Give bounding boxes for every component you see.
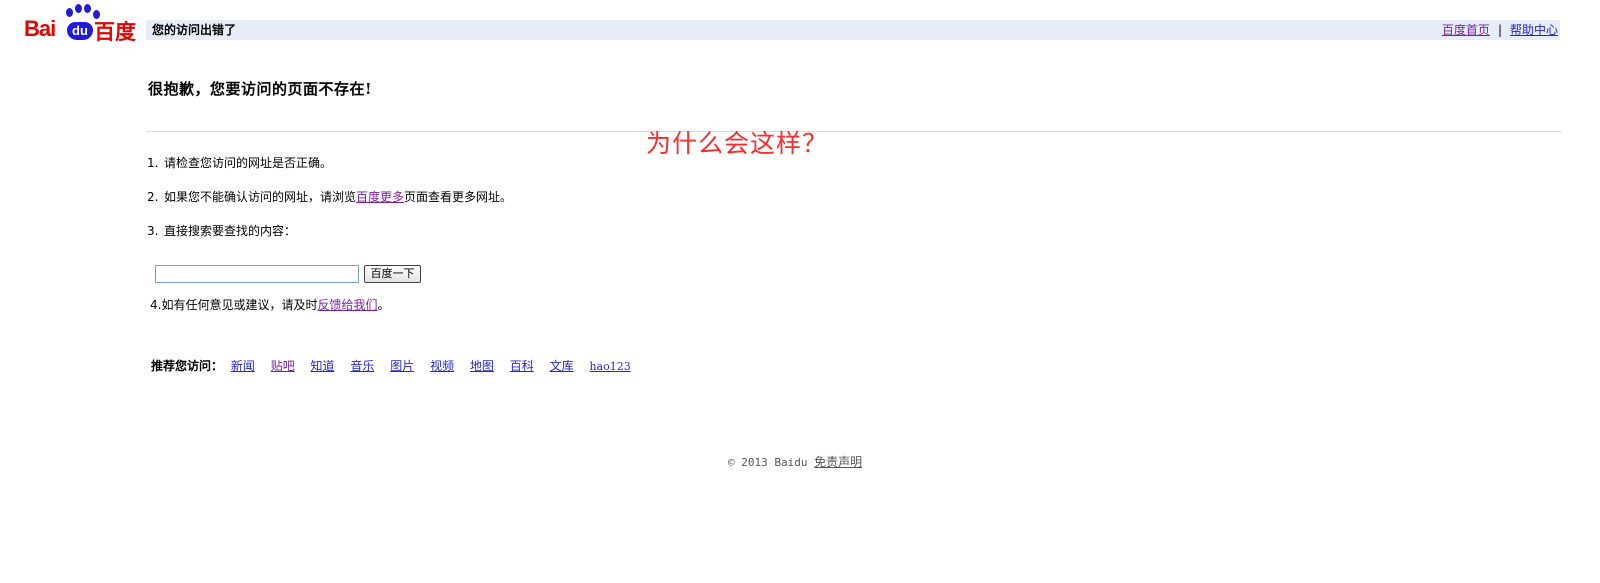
paw-toe-1 — [66, 8, 73, 17]
tip-text-before: 如果您不能确认访问的网址，请浏览 — [164, 190, 357, 204]
annotation-text: 为什么会这样？ — [646, 129, 829, 158]
tip-text-before: 如有任何意见或建议，请及时 — [161, 298, 318, 312]
header-title: 您的访问出错了 — [152, 23, 237, 37]
header-bar — [146, 20, 1560, 40]
header-links: 百度首页 | 帮助中心 — [1442, 22, 1558, 38]
logo-text-du: du — [67, 22, 93, 40]
tip-number: 4. — [150, 298, 162, 312]
recommend-link-baike[interactable]: 百科 — [510, 359, 534, 373]
logo-text-baidu-cn: 百度 — [94, 20, 136, 44]
logo-text-bai: Bai — [24, 16, 56, 41]
tip-item-2: 2. 如果您不能确认访问的网址，请浏览百度更多页面查看更多网址。 — [147, 189, 512, 205]
recommend-link-images[interactable]: 图片 — [390, 359, 414, 373]
tip-item-3: 3. 直接搜索要查找的内容： — [147, 223, 296, 239]
tip-text: 请检查您访问的网址是否正确。 — [164, 156, 333, 170]
recommend-link-video[interactable]: 视频 — [430, 359, 454, 373]
tip-number: 1. — [147, 156, 159, 170]
page-title: 很抱歉，您要访问的页面不存在! — [148, 80, 373, 98]
recommend-section: 推荐您访问： 新闻 贴吧 知道 音乐 图片 视频 地图 百科 文库 hao123 — [151, 358, 643, 375]
recommend-link-music[interactable]: 音乐 — [350, 359, 374, 373]
tip-text-after: 页面查看更多网址。 — [404, 190, 513, 204]
tip-number: 2. — [147, 190, 159, 204]
baidu-home-link[interactable]: 百度首页 — [1442, 23, 1490, 37]
header-separator: | — [1497, 23, 1502, 37]
search-input[interactable] — [155, 265, 359, 283]
tip-item-1: 1. 请检查您访问的网址是否正确。 — [147, 155, 332, 171]
tip-item-4: 4.如有任何意见或建议，请及时反馈给我们。 — [150, 297, 390, 313]
baidu-logo[interactable]: Bai du 百度 — [22, 2, 140, 44]
search-button[interactable]: 百度一下 — [364, 265, 421, 283]
tip-number: 3. — [147, 224, 159, 238]
divider — [146, 131, 1562, 132]
recommend-link-hao123[interactable]: hao123 — [589, 360, 630, 373]
help-center-link[interactable]: 帮助中心 — [1510, 23, 1558, 37]
recommend-label: 推荐您访问： — [151, 359, 224, 373]
paw-toe-3 — [84, 4, 91, 13]
recommend-link-tieba[interactable]: 贴吧 — [271, 359, 295, 373]
tip-text: 直接搜索要查找的内容： — [164, 224, 297, 238]
paw-toe-2 — [75, 4, 82, 13]
footer-copyright: © 2013 Baidu — [728, 456, 808, 469]
recommend-link-map[interactable]: 地图 — [470, 359, 494, 373]
disclaimer-link[interactable]: 免责声明 — [814, 455, 862, 469]
recommend-link-zhidao[interactable]: 知道 — [311, 359, 335, 373]
footer: © 2013 Baidu 免责声明 — [728, 454, 862, 471]
recommend-link-wenku[interactable]: 文库 — [550, 359, 574, 373]
tip-text-after: 。 — [377, 298, 390, 312]
feedback-link[interactable]: 反馈给我们 — [317, 298, 377, 312]
baidu-more-link[interactable]: 百度更多 — [356, 190, 404, 204]
recommend-link-news[interactable]: 新闻 — [231, 359, 255, 373]
